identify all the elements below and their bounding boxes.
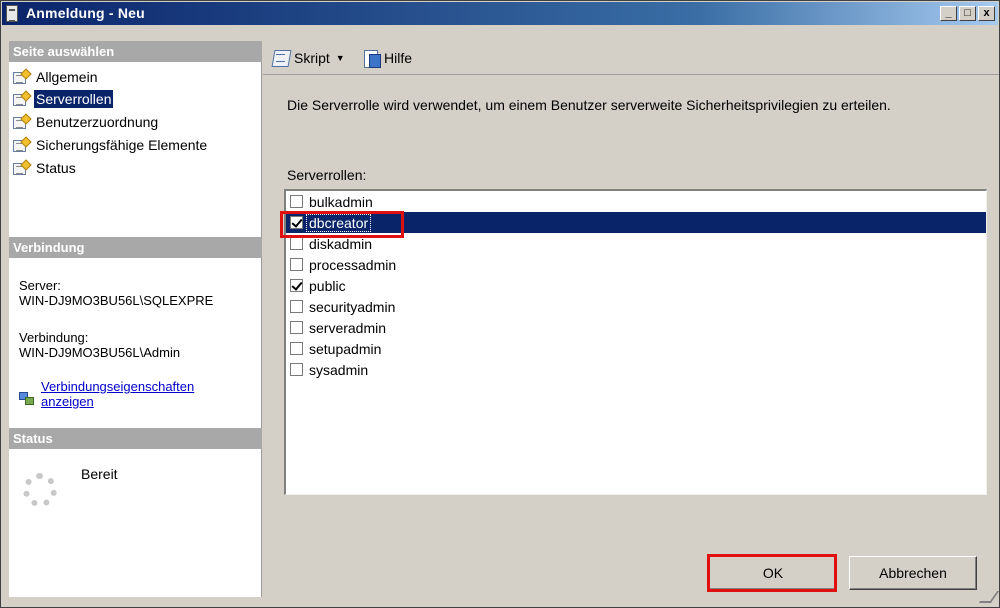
connection-properties-link[interactable]: Verbindungseigenschaften anzeigen (41, 379, 194, 409)
resize-grip-icon[interactable] (978, 591, 1000, 603)
sidebar-item-sicherungsfaehige-elemente[interactable]: Sicherungsfähige Elemente (13, 135, 209, 155)
toolbar: Skript ▼ Hilfe (263, 41, 999, 75)
role-checkbox[interactable] (290, 237, 303, 250)
role-checkbox[interactable] (290, 279, 303, 292)
page-icon (13, 89, 32, 107)
sidebar-item-label: Allgemein (36, 69, 98, 85)
sidebar-item-label: Benutzerzuordnung (36, 114, 159, 130)
help-button[interactable]: Hilfe (363, 49, 413, 68)
sidebar-item-serverrollen[interactable]: Serverrollen (13, 89, 114, 109)
dialog-window: Anmeldung - Neu _ □ x Seite auswählen Al… (0, 0, 1000, 608)
connection-header: Verbindung (9, 237, 262, 258)
script-button[interactable]: Skript ▼ (271, 49, 345, 67)
close-button[interactable]: x (978, 6, 995, 21)
left-pane: Seite auswählen Allgemein Serverrollen B… (9, 41, 262, 597)
sidebar-item-label: Status (36, 160, 76, 176)
role-checkbox[interactable] (290, 300, 303, 313)
role-checkbox[interactable] (290, 258, 303, 271)
sidebar-item-allgemein[interactable]: Allgemein (13, 67, 99, 87)
script-icon (271, 49, 291, 67)
list-item[interactable]: sysadmin (286, 359, 986, 380)
role-description: Die Serverrolle wird verwendet, um einem… (287, 97, 891, 113)
role-name: setupadmin (309, 340, 382, 357)
role-checkbox[interactable] (290, 342, 303, 355)
list-item[interactable]: public (286, 275, 986, 296)
connection-value: WIN-DJ9MO3BU56L\Admin (19, 345, 181, 360)
list-item[interactable]: processadmin (286, 254, 986, 275)
role-checkbox[interactable] (290, 321, 303, 334)
connection-properties-icon (19, 391, 35, 407)
connection-properties-link-line2: anzeigen (41, 394, 94, 409)
minimize-button[interactable]: _ (940, 6, 957, 21)
maximize-button[interactable]: □ (959, 6, 976, 21)
role-name: processadmin (309, 256, 397, 273)
help-icon (363, 49, 381, 68)
page-icon (13, 158, 32, 176)
connection-label: Verbindung: (19, 330, 89, 345)
dropdown-arrow-icon[interactable]: ▼ (336, 53, 345, 63)
list-item[interactable]: diskadmin (286, 233, 986, 254)
role-name: diskadmin (309, 235, 373, 252)
role-name: public (309, 277, 346, 294)
role-checkbox[interactable] (290, 195, 303, 208)
list-item[interactable]: serveradmin (286, 317, 986, 338)
sidebar-item-label: Sicherungsfähige Elemente (36, 137, 208, 153)
help-label: Hilfe (384, 50, 413, 66)
role-name: serveradmin (309, 319, 387, 336)
server-label: Server: (19, 278, 61, 293)
sidebar-item-label: Serverrollen (34, 90, 114, 108)
role-name: dbcreator (305, 213, 372, 232)
title-bar[interactable]: Anmeldung - Neu _ □ x (2, 2, 998, 25)
page-select-header: Seite auswählen (9, 41, 262, 62)
page-icon (13, 135, 32, 153)
server-roles-list[interactable]: bulkadmin dbcreator diskadmin processadm… (284, 189, 987, 495)
sidebar-item-status[interactable]: Status (13, 158, 78, 178)
list-item[interactable]: dbcreator (286, 212, 986, 233)
role-name: sysadmin (309, 361, 369, 378)
window-title: Anmeldung - Neu (26, 5, 145, 21)
cancel-button[interactable]: Abbrechen (849, 556, 977, 590)
list-item[interactable]: bulkadmin (286, 191, 986, 212)
ok-button[interactable]: OK (709, 556, 837, 590)
role-checkbox[interactable] (290, 363, 303, 376)
status-value: Bereit (81, 466, 118, 482)
window-icon (6, 5, 18, 22)
role-name: securityadmin (309, 298, 396, 315)
list-item[interactable]: setupadmin (286, 338, 986, 359)
server-roles-label: Serverrollen: (287, 167, 367, 183)
page-icon (13, 112, 32, 130)
server-value: WIN-DJ9MO3BU56L\SQLEXPRE (19, 293, 214, 308)
connection-properties-link-line1: Verbindungseigenschaften (41, 379, 195, 394)
role-checkbox[interactable] (290, 216, 303, 229)
page-icon (13, 67, 32, 85)
sidebar-item-benutzerzuordnung[interactable]: Benutzerzuordnung (13, 112, 160, 132)
list-item[interactable]: securityadmin (286, 296, 986, 317)
script-label: Skript (294, 50, 330, 66)
role-name: bulkadmin (309, 193, 373, 210)
progress-spinner-icon (23, 473, 57, 507)
status-header: Status (9, 428, 262, 449)
